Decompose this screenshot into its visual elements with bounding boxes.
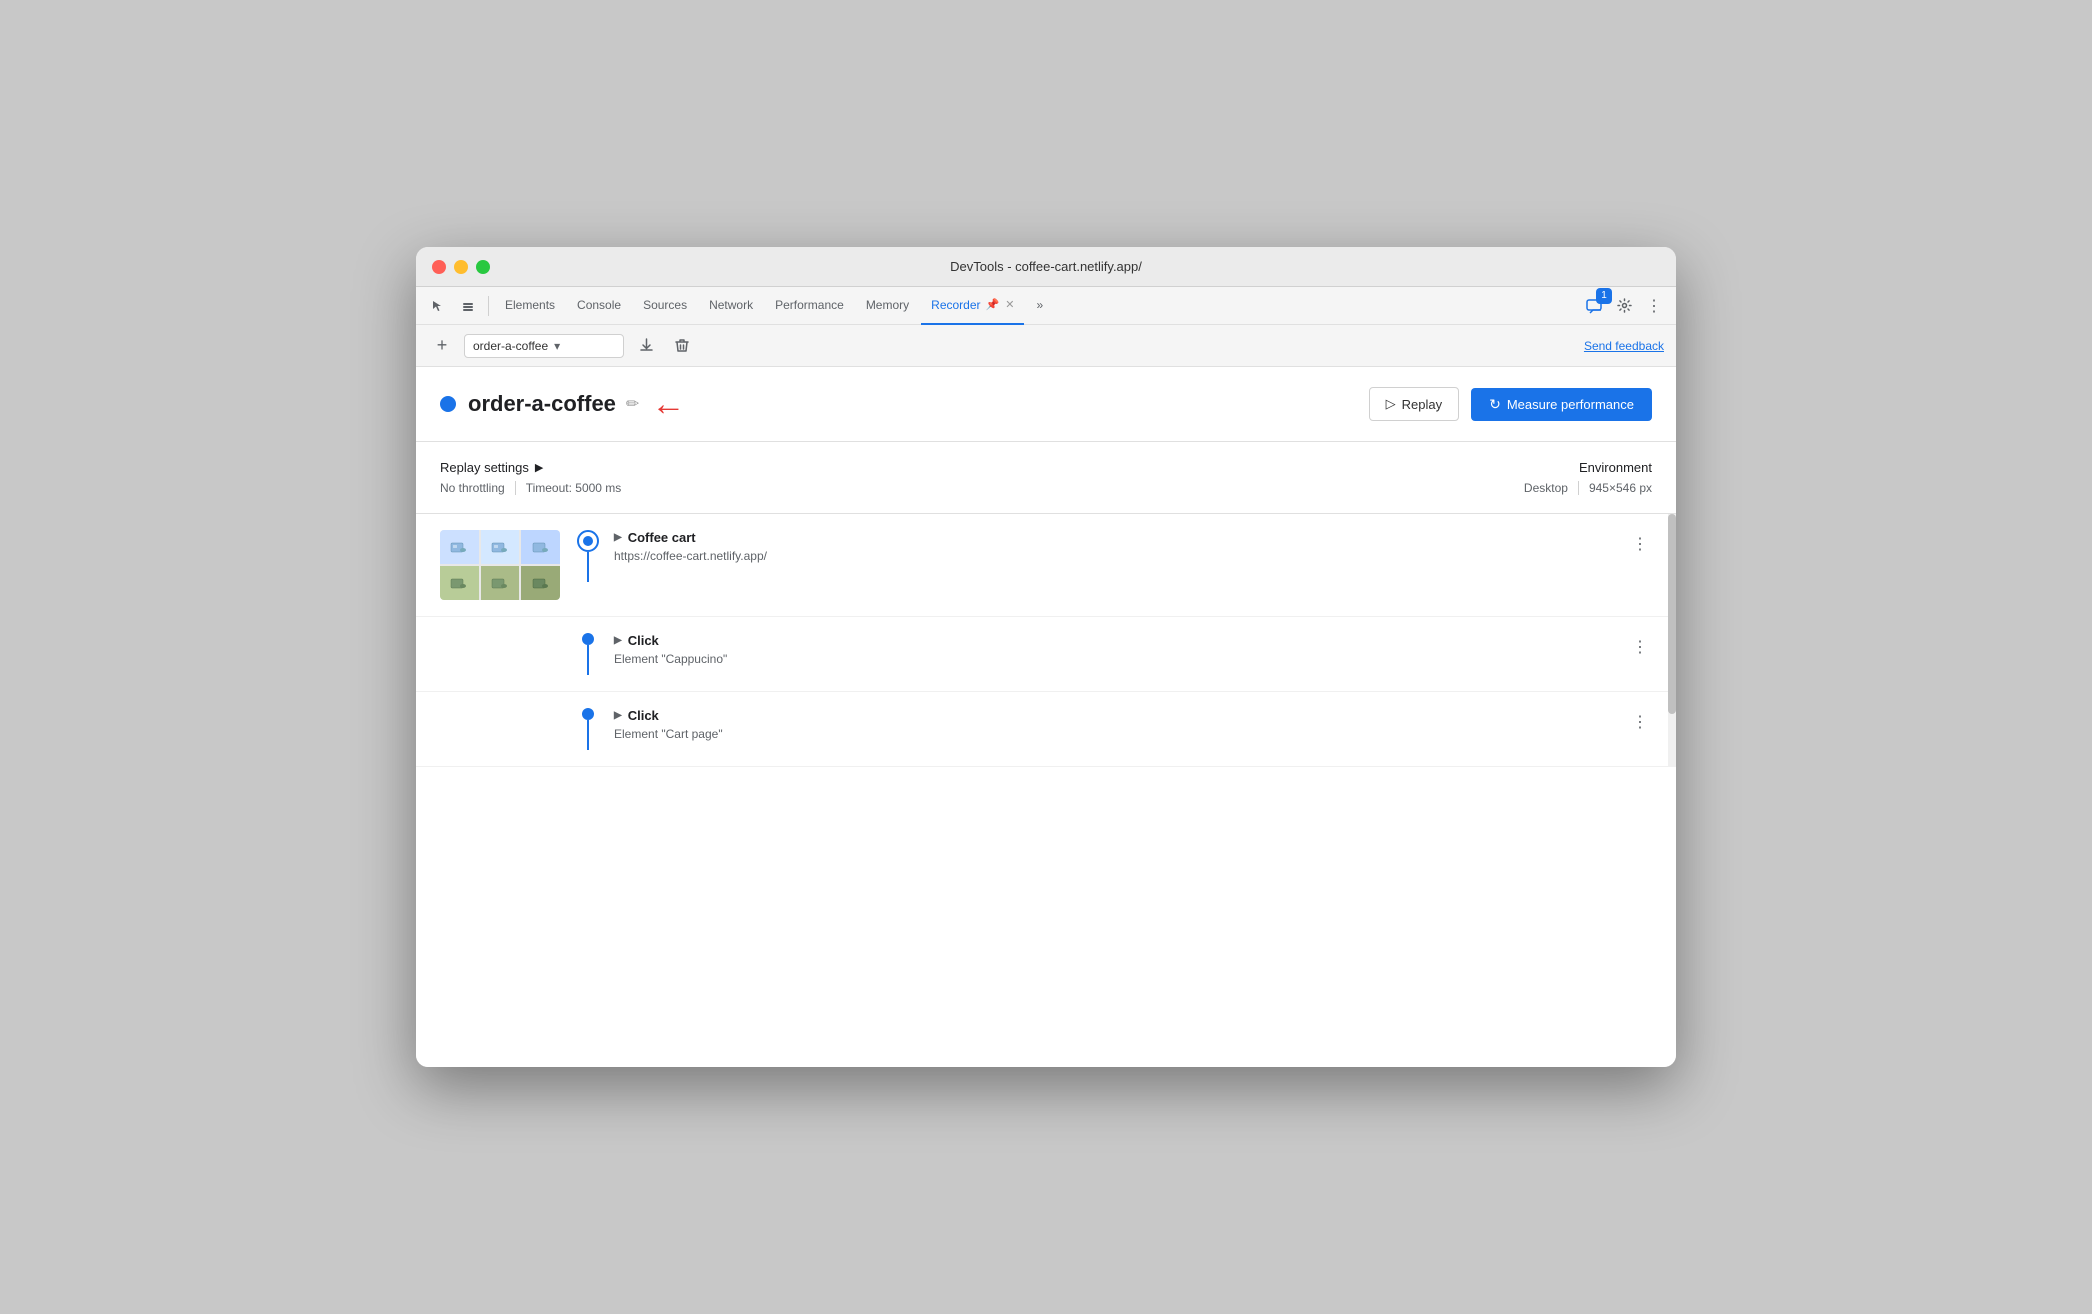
delete-icon[interactable] xyxy=(668,332,696,360)
step-3-dot xyxy=(582,708,594,720)
tab-console[interactable]: Console xyxy=(567,287,631,325)
step-2-chevron: ▶ xyxy=(614,635,622,646)
step-1-menu[interactable]: ⋮ xyxy=(1628,530,1652,558)
window-title: DevTools - coffee-cart.netlify.app/ xyxy=(950,259,1142,274)
notification-badge: 1 xyxy=(1596,288,1612,304)
header-actions: ▷ Replay ↻ Measure performance xyxy=(1369,387,1652,421)
recording-header: order-a-coffee ✏ ← ▷ Replay ↻ Measure pe… xyxy=(416,367,1676,442)
recording-name: order-a-coffee xyxy=(473,339,548,353)
step-3-detail: Element "Cart page" xyxy=(614,727,1628,741)
step-2-content: ▶ Click Element "Cappucino" xyxy=(614,633,1628,666)
step-2-action[interactable]: ▶ Click xyxy=(614,633,1628,648)
add-recording-button[interactable]: + xyxy=(428,332,456,360)
step-3-chevron: ▶ xyxy=(614,710,622,721)
step-1-content: ▶ Coffee cart https://coffee-cart.netlif… xyxy=(614,530,1628,563)
chat-button[interactable]: 1 xyxy=(1580,292,1608,320)
measure-performance-button[interactable]: ↻ Measure performance xyxy=(1471,388,1652,421)
toolbar-divider-1 xyxy=(488,296,489,316)
step-2-menu[interactable]: ⋮ xyxy=(1628,633,1652,661)
maximize-button[interactable] xyxy=(476,260,490,274)
recorder-pin-icon: 📌 xyxy=(986,298,1000,311)
recorder-close-icon[interactable]: ✕ xyxy=(1005,298,1014,311)
step-2-detail: Element "Cappucino" xyxy=(614,652,1628,666)
settings-subtitle: No throttling Timeout: 5000 ms xyxy=(440,481,621,495)
traffic-lights xyxy=(432,260,490,274)
tab-memory[interactable]: Memory xyxy=(856,287,919,325)
settings-chevron-icon: ▶ xyxy=(535,461,543,474)
red-arrow-annotation: ← xyxy=(651,387,685,421)
tab-network[interactable]: Network xyxy=(699,287,763,325)
thumb-cell-6 xyxy=(521,566,560,600)
timeline-col-1 xyxy=(576,530,600,582)
timeline-line-2 xyxy=(587,645,589,675)
env-divider xyxy=(1578,481,1579,495)
recording-title: order-a-coffee xyxy=(468,391,616,417)
step-1-circle-inner xyxy=(583,536,593,546)
step-1-thumbnail xyxy=(440,530,560,600)
step-2-dot xyxy=(582,633,594,645)
recording-selector[interactable]: order-a-coffee ▾ xyxy=(464,334,624,358)
timeline-col-2 xyxy=(576,633,600,675)
main-content: order-a-coffee ✏ ← ▷ Replay ↻ Measure pe… xyxy=(416,367,1676,1067)
thumb-cell-4 xyxy=(440,566,479,600)
replay-settings-title[interactable]: Replay settings ▶ xyxy=(440,460,621,475)
timeline-col-3 xyxy=(576,708,600,750)
scrollbar[interactable] xyxy=(1668,514,1676,767)
settings-icon[interactable] xyxy=(1610,292,1638,320)
step-1-action[interactable]: ▶ Coffee cart xyxy=(614,530,1628,545)
thumb-cell-1 xyxy=(440,530,479,564)
thumb-cell-2 xyxy=(481,530,520,564)
environment-title: Environment xyxy=(1524,460,1652,475)
minimize-button[interactable] xyxy=(454,260,468,274)
close-button[interactable] xyxy=(432,260,446,274)
chevron-down-icon: ▾ xyxy=(554,339,560,353)
more-options-icon[interactable]: ⋮ xyxy=(1640,292,1668,320)
replay-button[interactable]: ▷ Replay xyxy=(1369,387,1459,421)
measure-icon: ↻ xyxy=(1489,396,1501,413)
tab-elements[interactable]: Elements xyxy=(495,287,565,325)
tab-more[interactable]: » xyxy=(1026,287,1053,325)
scrollbar-thumb[interactable] xyxy=(1668,514,1676,714)
step-1-detail: https://coffee-cart.netlify.app/ xyxy=(614,549,1628,563)
export-icon[interactable] xyxy=(632,332,660,360)
recording-dot xyxy=(440,396,456,412)
timeline-line-3 xyxy=(587,720,589,750)
play-icon: ▷ xyxy=(1386,396,1396,412)
step-1-circle xyxy=(577,530,599,552)
step-3: ▶ Click Element "Cart page" ⋮ xyxy=(416,692,1676,767)
send-feedback-link[interactable]: Send feedback xyxy=(1584,339,1664,353)
main-toolbar: Elements Console Sources Network Perform… xyxy=(416,287,1676,325)
more-tabs-icon: » xyxy=(1036,298,1043,312)
settings-right: Environment Desktop 945×546 px xyxy=(1524,460,1652,495)
environment-subtitle: Desktop 945×546 px xyxy=(1524,481,1652,495)
settings-section: Replay settings ▶ No throttling Timeout:… xyxy=(416,442,1676,514)
tab-sources[interactable]: Sources xyxy=(633,287,697,325)
thumb-cell-3 xyxy=(521,530,560,564)
settings-left: Replay settings ▶ No throttling Timeout:… xyxy=(440,460,621,495)
secondary-toolbar: + order-a-coffee ▾ Send feedback xyxy=(416,325,1676,367)
step-3-action[interactable]: ▶ Click xyxy=(614,708,1628,723)
step-3-menu[interactable]: ⋮ xyxy=(1628,708,1652,736)
tab-recorder[interactable]: Recorder 📌 ✕ xyxy=(921,287,1024,325)
devtools-window: DevTools - coffee-cart.netlify.app/ Elem… xyxy=(416,247,1676,1067)
edit-title-icon[interactable]: ✏ xyxy=(626,394,639,414)
layers-icon[interactable] xyxy=(454,292,482,320)
tab-performance[interactable]: Performance xyxy=(765,287,854,325)
step-2: ▶ Click Element "Cappucino" ⋮ xyxy=(416,617,1676,692)
step-3-content: ▶ Click Element "Cart page" xyxy=(614,708,1628,741)
title-bar: DevTools - coffee-cart.netlify.app/ xyxy=(416,247,1676,287)
step-1: ▶ Coffee cart https://coffee-cart.netlif… xyxy=(416,514,1676,617)
step-1-chevron: ▶ xyxy=(614,532,622,543)
timeline-line-1 xyxy=(587,552,589,582)
cursor-icon[interactable] xyxy=(424,292,452,320)
steps-container: ▶ Coffee cart https://coffee-cart.netlif… xyxy=(416,514,1676,767)
settings-divider xyxy=(515,481,516,495)
thumb-cell-5 xyxy=(481,566,520,600)
